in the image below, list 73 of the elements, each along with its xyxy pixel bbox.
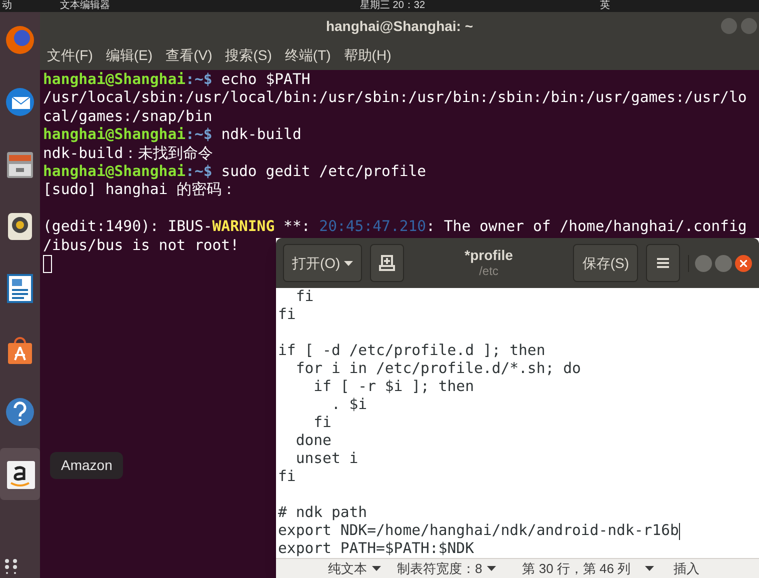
prompt-user: hanghai@Shanghai bbox=[43, 71, 186, 90]
app-grid-icon bbox=[4, 558, 20, 574]
dock-item[interactable] bbox=[0, 448, 40, 500]
command-text: sudo gedit /etc/profile bbox=[221, 162, 426, 182]
caret-icon bbox=[344, 260, 354, 266]
command-text: ndk-build bbox=[221, 126, 302, 145]
code-line: if [ -d /etc/profile.d ]; then bbox=[278, 342, 546, 360]
warning-message: : The owner of /home/hanghai/.config bbox=[426, 218, 747, 237]
amazon-icon bbox=[5, 459, 35, 489]
tab-width-dropdown[interactable]: 制表符宽度：8 bbox=[397, 558, 496, 578]
position-dropdown[interactable] bbox=[644, 566, 654, 571]
prompt-path: :~$ bbox=[186, 126, 214, 145]
new-tab-button[interactable] bbox=[370, 244, 404, 282]
document-path: /etc bbox=[479, 264, 498, 280]
text-cursor bbox=[43, 254, 52, 273]
code-line: fi bbox=[294, 288, 314, 306]
prompt-path: :~$ bbox=[186, 71, 214, 90]
output-text: [sudo] hanghai 的密码： bbox=[43, 181, 237, 200]
document-icon bbox=[5, 273, 35, 303]
clock[interactable]: 星期三 20：32 bbox=[360, 1, 426, 11]
window-title: hanghai@Shanghai: ~ bbox=[326, 16, 474, 36]
menu-item[interactable]: 帮助(H) bbox=[344, 44, 392, 66]
timestamp: 20:45:47.210 bbox=[319, 218, 426, 237]
close-icon bbox=[740, 260, 747, 266]
output-text: ndk-build：未找到命令 bbox=[43, 144, 214, 163]
menu-item[interactable]: 终端(T) bbox=[284, 44, 331, 66]
insert-mode: 插入 bbox=[674, 560, 700, 578]
menu-item[interactable]: 文件(F) bbox=[47, 44, 93, 66]
menu-item[interactable]: 搜索(S) bbox=[225, 44, 272, 66]
prompt-user: hanghai@Shanghai bbox=[43, 126, 186, 145]
code-line: done bbox=[294, 432, 332, 450]
open-button[interactable]: 打开(O) bbox=[283, 244, 362, 282]
speaker-icon bbox=[5, 211, 35, 241]
caret-icon bbox=[487, 566, 496, 571]
close-button[interactable] bbox=[735, 254, 752, 272]
code-line: fi bbox=[278, 306, 296, 324]
code-line: unset i bbox=[294, 450, 358, 468]
warning-marker: **: bbox=[282, 218, 312, 237]
warning-level: WARNING bbox=[212, 218, 275, 237]
cursor-position: 第 30 行，第 46 列 bbox=[522, 560, 631, 578]
save-button[interactable]: 保存(S) bbox=[573, 244, 638, 282]
code-line: fi bbox=[278, 468, 296, 486]
add-document-icon bbox=[379, 255, 396, 271]
output-text: /ibus/bus is not root! bbox=[43, 236, 239, 255]
prompt-path: :~$ bbox=[186, 162, 214, 181]
menu-icon bbox=[657, 258, 669, 268]
menu-item[interactable]: 编辑(E) bbox=[106, 44, 153, 66]
document-title: *profile bbox=[464, 246, 513, 264]
code-line: if [ -r $i ]; then bbox=[312, 378, 474, 396]
code-line: for i in /etc/profile.d/*.sh; do bbox=[294, 360, 581, 378]
code-line: # ndk path bbox=[278, 504, 368, 522]
syntax-dropdown[interactable]: 纯文本 bbox=[328, 558, 381, 578]
warning-source: (gedit:1490): IBUS- bbox=[43, 218, 212, 237]
browser-icon bbox=[5, 25, 35, 55]
command-text: echo $PATH bbox=[221, 71, 310, 90]
mail-icon bbox=[5, 87, 35, 117]
activities-button[interactable]: 动 bbox=[2, 1, 12, 11]
output-text: cal/games:/snap/bin bbox=[43, 108, 212, 126]
code-line: export NDK=/home/hanghai/ndk/android-ndk-r16b bbox=[278, 522, 679, 540]
code-line: fi bbox=[312, 414, 332, 432]
help-icon bbox=[5, 397, 35, 427]
input-method-indicator[interactable]: 英 bbox=[600, 1, 610, 11]
menu-button[interactable] bbox=[646, 244, 680, 282]
code-line: export PATH=$PATH:$NDK bbox=[278, 540, 474, 558]
output-text: /usr/local/sbin:/usr/local/bin:/usr/sbin:/usr/bin:/sbin:/bin:/usr/games:/usr/lo bbox=[43, 89, 747, 108]
shopping-bag-icon bbox=[5, 335, 35, 365]
caret-icon bbox=[372, 566, 381, 571]
code-line: . $i bbox=[330, 396, 368, 414]
tooltip: Amazon bbox=[50, 452, 124, 479]
caret-icon bbox=[644, 566, 654, 571]
file-cabinet-icon bbox=[5, 149, 35, 179]
prompt-user: hanghai@Shanghai bbox=[43, 162, 186, 182]
menu-item[interactable]: 查看(V) bbox=[166, 44, 212, 66]
